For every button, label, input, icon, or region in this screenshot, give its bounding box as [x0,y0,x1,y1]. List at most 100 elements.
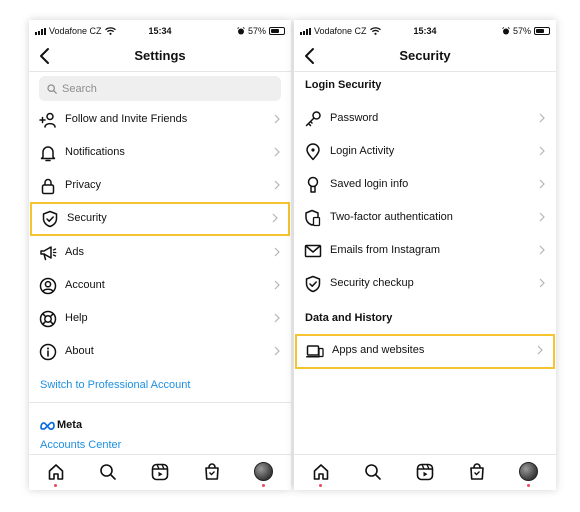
chevron-right-icon [539,113,545,123]
settings-item-privacy[interactable]: Privacy [29,169,291,202]
battery-icon [269,27,285,35]
security-item-login-activity[interactable]: Login Activity [294,135,556,168]
shop-icon[interactable] [468,463,486,481]
security-item-label: Security checkup [330,277,414,289]
home-icon[interactable] [47,463,65,481]
settings-item-label: Security [67,212,107,224]
alarm-icon [502,27,510,35]
security-item-label: Login Activity [330,145,395,157]
chevron-right-icon [274,180,280,190]
meta-brand: Meta [40,419,82,431]
settings-item-label: About [65,345,94,357]
profile-avatar[interactable] [254,462,273,481]
devices-icon [306,345,324,358]
notification-dot [319,484,322,487]
chevron-right-icon [539,212,545,222]
security-item-label: Apps and websites [332,344,425,356]
notification-dot [54,484,57,487]
search-field[interactable] [39,76,281,101]
settings-header: Settings [29,42,291,72]
chevron-right-icon [274,147,280,157]
settings-item-about[interactable]: About [29,335,291,368]
location-pin-icon [306,143,320,161]
chevron-right-icon [274,247,280,257]
settings-item-notifications[interactable]: Notifications [29,136,291,169]
chevron-right-icon [274,346,280,356]
settings-item-label: Account [65,279,105,291]
chevron-right-icon [274,313,280,323]
settings-item-help[interactable]: Help [29,302,291,335]
chevron-right-icon [274,114,280,124]
page-title: Settings [134,48,186,63]
settings-item-ads[interactable]: Ads [29,236,291,269]
status-bar: Vodafone CZ 15:34 57% [29,20,291,42]
chevron-right-icon [539,245,545,255]
header-divider [29,71,291,72]
notification-dot [527,484,530,487]
reels-icon[interactable] [151,463,169,481]
home-icon[interactable] [312,463,330,481]
section-title-login-security: Login Security [305,79,382,91]
security-header: Security [294,42,556,72]
chevron-right-icon [539,146,545,156]
bottom-tab-bar [294,454,556,490]
search-icon[interactable] [364,463,382,481]
settings-item-label: Follow and Invite Friends [65,113,188,125]
chevron-right-icon [539,179,545,189]
battery-icon [534,27,550,35]
status-right-group: 57% [237,26,285,36]
security-item-emails[interactable]: Emails from Instagram [294,234,556,267]
search-icon[interactable] [99,463,117,481]
section-divider [29,402,291,403]
switch-professional-link[interactable]: Switch to Professional Account [40,379,190,391]
back-arrow-icon[interactable] [302,46,318,66]
settings-item-label: Notifications [65,146,125,158]
settings-item-security[interactable]: Security [30,202,290,236]
bottom-tab-bar [29,454,291,490]
megaphone-icon [40,246,57,261]
settings-item-label: Ads [65,246,84,258]
keyhole-icon [307,176,319,193]
search-input[interactable] [62,82,262,95]
alarm-icon [237,27,245,35]
section-title-data-history: Data and History [305,312,393,324]
mail-icon [304,244,322,258]
security-screen: Vodafone CZ 15:34 57% Security Login Sec… [294,20,556,490]
security-item-label: Emails from Instagram [330,244,441,256]
security-item-checkup[interactable]: Security checkup [294,267,556,300]
lock-icon [41,178,55,195]
accounts-center-link[interactable]: Accounts Center [40,439,121,451]
shield-check-icon [305,275,321,293]
account-circle-icon [39,277,57,295]
page-title: Security [399,48,451,63]
add-person-icon [39,112,56,128]
chevron-right-icon [539,278,545,288]
profile-avatar[interactable] [519,462,538,481]
settings-screen: Vodafone CZ 15:34 57% Settings Follow an… [29,20,291,490]
notification-dot [262,484,265,487]
header-divider [294,71,556,72]
security-item-label: Saved login info [330,178,409,190]
shop-icon[interactable] [203,463,221,481]
security-item-label: Password [330,112,379,124]
key-icon [305,111,321,127]
reels-icon[interactable] [416,463,434,481]
settings-item-label: Privacy [65,179,102,191]
security-item-label: Two-factor authentication [330,211,453,223]
shield-icon [42,210,58,228]
lifebuoy-icon [39,310,57,328]
search-icon [47,83,57,94]
battery-percent: 57% [512,26,531,36]
security-item-apps-websites[interactable]: Apps and websites [295,334,555,369]
settings-item-follow-invite[interactable]: Follow and Invite Friends [29,103,291,136]
meta-logo-icon [40,421,55,430]
chevron-right-icon [537,345,543,355]
security-item-two-factor[interactable]: Two-factor authentication [294,201,556,234]
chevron-right-icon [272,213,278,223]
settings-item-label: Help [65,312,88,324]
back-arrow-icon[interactable] [37,46,53,66]
bell-icon [40,146,56,162]
security-item-saved-login[interactable]: Saved login info [294,168,556,201]
security-item-password[interactable]: Password [294,102,556,135]
settings-item-account[interactable]: Account [29,269,291,302]
